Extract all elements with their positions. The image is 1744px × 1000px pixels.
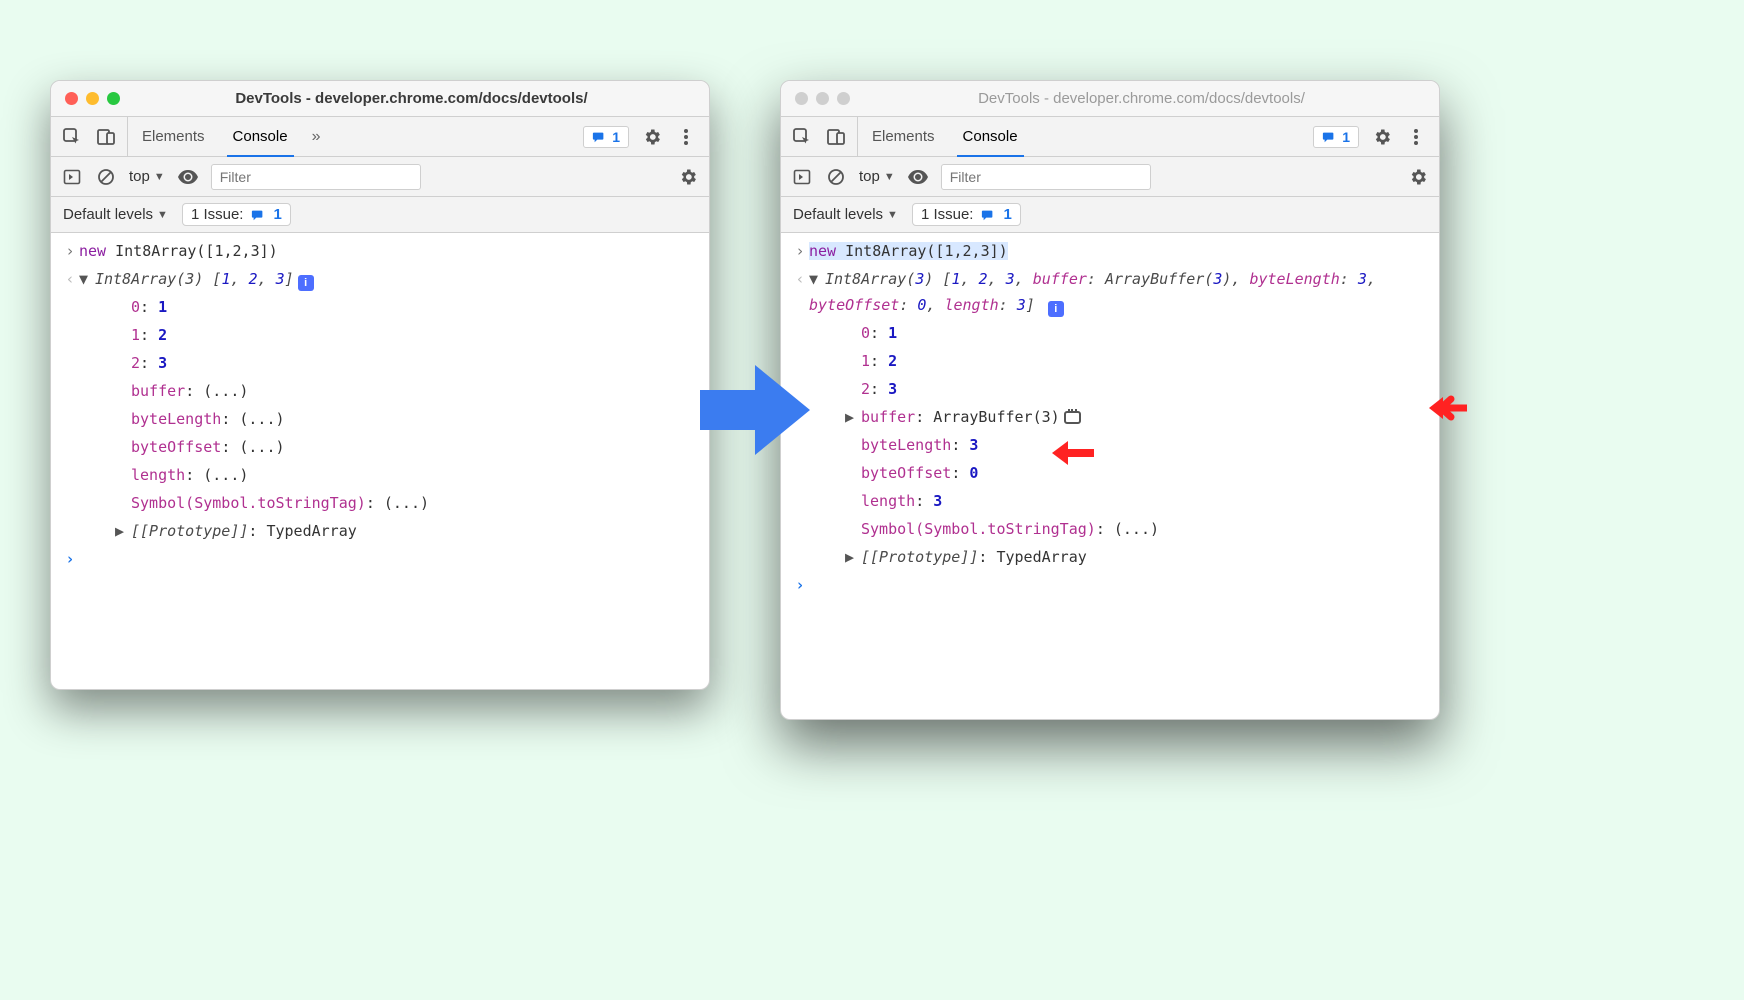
tab-elements[interactable]: Elements	[128, 117, 219, 156]
log-levels[interactable]: Default levels ▼	[63, 206, 168, 223]
log-levels[interactable]: Default levels ▼	[793, 206, 898, 223]
property-row[interactable]: 2: 3	[809, 376, 1429, 402]
console-input-line: new Int8Array([1,2,3])	[79, 238, 699, 264]
inspect-element-icon[interactable]	[61, 126, 83, 148]
settings-icon[interactable]	[641, 126, 663, 148]
more-menu-icon[interactable]	[675, 126, 697, 148]
transition-arrow-icon	[700, 360, 810, 460]
main-tabs: Elements Console » 1	[51, 117, 709, 157]
object-preview[interactable]: ▼Int8Array(3) [1, 2, 3]i	[79, 266, 699, 292]
tab-console[interactable]: Console	[219, 117, 302, 156]
issues-badge[interactable]: 1	[1313, 126, 1359, 148]
clear-console-icon[interactable]	[825, 166, 847, 188]
issues-link[interactable]: 1 Issue: 1	[912, 203, 1021, 226]
tab-elements[interactable]: Elements	[858, 117, 949, 156]
minimize-icon[interactable]	[86, 92, 99, 105]
property-row[interactable]: length: 3	[809, 488, 1429, 514]
console-filter-bar: Default levels ▼ 1 Issue: 1	[51, 197, 709, 233]
context-selector[interactable]: top ▼	[129, 168, 165, 185]
disclosure-open-icon[interactable]: ▼	[79, 266, 91, 292]
console-sidebar-toggle-icon[interactable]	[61, 166, 83, 188]
annotation-arrow-icon	[1050, 438, 1094, 468]
console-output[interactable]: › new Int8Array([1,2,3]) ‹ ▼Int8Array(3)…	[51, 233, 709, 573]
titlebar[interactable]: DevTools - developer.chrome.com/docs/dev…	[51, 81, 709, 117]
input-marker-icon: ›	[61, 238, 79, 264]
close-icon[interactable]	[795, 92, 808, 105]
console-toolbar: top ▼	[781, 157, 1439, 197]
device-toolbar-icon[interactable]	[825, 126, 847, 148]
property-row[interactable]: length: (...)	[79, 462, 699, 488]
prompt-icon[interactable]: ›	[791, 572, 809, 598]
close-icon[interactable]	[65, 92, 78, 105]
console-toolbar: top ▼	[51, 157, 709, 197]
minimize-icon[interactable]	[816, 92, 829, 105]
property-row[interactable]: buffer: (...)	[79, 378, 699, 404]
console-settings-icon[interactable]	[1407, 166, 1429, 188]
context-selector[interactable]: top ▼	[859, 168, 895, 185]
property-row[interactable]: 0: 1	[79, 294, 699, 320]
property-row[interactable]: Symbol(Symbol.toStringTag): (...)	[809, 516, 1429, 542]
disclosure-closed-icon[interactable]: ▶	[845, 544, 857, 570]
annotation-arrow-icon	[1427, 393, 1467, 423]
settings-icon[interactable]	[1371, 126, 1393, 148]
filter-input[interactable]	[211, 164, 421, 190]
buffer-row[interactable]: ▶buffer: ArrayBuffer(3)	[809, 404, 1429, 430]
console-filter-bar: Default levels ▼ 1 Issue: 1	[781, 197, 1439, 233]
property-row[interactable]: byteLength: 3	[809, 432, 1429, 458]
devtools-window-before: DevTools - developer.chrome.com/docs/dev…	[50, 80, 710, 690]
disclosure-open-icon[interactable]: ▼	[809, 266, 821, 292]
property-row[interactable]: 1: 2	[79, 322, 699, 348]
device-toolbar-icon[interactable]	[95, 126, 117, 148]
devtools-window-after: DevTools - developer.chrome.com/docs/dev…	[780, 80, 1440, 720]
property-row[interactable]: Symbol(Symbol.toStringTag): (...)	[79, 490, 699, 516]
property-row[interactable]: byteOffset: (...)	[79, 434, 699, 460]
issues-badge[interactable]: 1	[583, 126, 629, 148]
titlebar[interactable]: DevTools - developer.chrome.com/docs/dev…	[781, 81, 1439, 117]
window-title: DevTools - developer.chrome.com/docs/dev…	[128, 90, 695, 107]
console-output[interactable]: › new Int8Array([1,2,3]) ‹ ▼Int8Array(3)…	[781, 233, 1439, 599]
tabs-overflow[interactable]: »	[302, 117, 331, 156]
filter-input[interactable]	[941, 164, 1151, 190]
disclosure-closed-icon[interactable]: ▶	[115, 518, 127, 544]
info-icon[interactable]: i	[1048, 301, 1064, 317]
output-marker-icon: ‹	[791, 266, 809, 292]
property-row[interactable]: 0: 1	[809, 320, 1429, 346]
window-title: DevTools - developer.chrome.com/docs/dev…	[858, 90, 1425, 107]
prototype-row[interactable]: ▶[[Prototype]]: TypedArray	[809, 544, 1429, 570]
input-marker-icon: ›	[791, 238, 809, 264]
property-row[interactable]: 2: 3	[79, 350, 699, 376]
issues-link[interactable]: 1 Issue: 1	[182, 203, 291, 226]
more-menu-icon[interactable]	[1405, 126, 1427, 148]
tab-console[interactable]: Console	[949, 117, 1032, 156]
info-icon[interactable]: i	[298, 275, 314, 291]
live-expression-icon[interactable]	[907, 166, 929, 188]
output-marker-icon: ‹	[61, 266, 79, 292]
zoom-icon[interactable]	[837, 92, 850, 105]
issues-count: 1	[612, 129, 620, 145]
property-row[interactable]: byteOffset: 0	[809, 460, 1429, 486]
object-preview[interactable]: ▼Int8Array(3) [1, 2, 3, buffer: ArrayBuf…	[809, 266, 1429, 318]
clear-console-icon[interactable]	[95, 166, 117, 188]
main-tabs: Elements Console 1	[781, 117, 1439, 157]
console-input-line: new Int8Array([1,2,3])	[809, 238, 1429, 264]
disclosure-closed-icon[interactable]: ▶	[845, 404, 857, 430]
console-settings-icon[interactable]	[677, 166, 699, 188]
memory-icon[interactable]	[1064, 411, 1081, 424]
prompt-icon[interactable]: ›	[61, 546, 79, 572]
property-row[interactable]: byteLength: (...)	[79, 406, 699, 432]
zoom-icon[interactable]	[107, 92, 120, 105]
property-row[interactable]: 1: 2	[809, 348, 1429, 374]
inspect-element-icon[interactable]	[791, 126, 813, 148]
live-expression-icon[interactable]	[177, 166, 199, 188]
prototype-row[interactable]: ▶[[Prototype]]: TypedArray	[79, 518, 699, 544]
console-sidebar-toggle-icon[interactable]	[791, 166, 813, 188]
